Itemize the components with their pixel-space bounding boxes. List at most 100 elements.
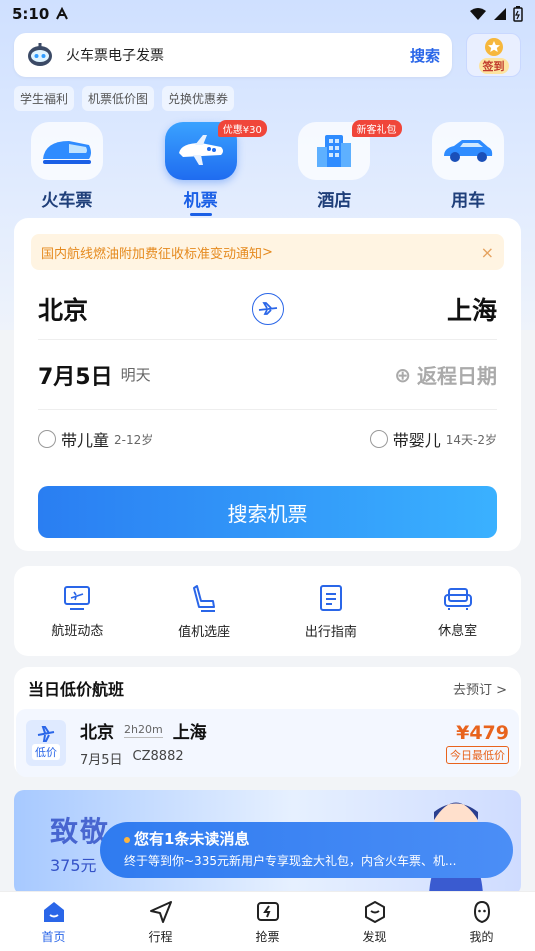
departure-date-hint: 明天 [120, 366, 151, 384]
business-tabs: 火车票 优惠¥30 机票 新客礼包 酒店 用车 [0, 120, 535, 218]
tool-seat-selection-label: 值机选座 [178, 624, 231, 640]
train-label: 火车票 [41, 191, 93, 211]
low-fare-title: 当日低价航班 [28, 680, 125, 699]
train-icon [42, 141, 91, 164]
flight-label: 机票 [183, 191, 218, 211]
tab-home[interactable]: 首页 [0, 892, 107, 951]
profile-icon [473, 900, 490, 923]
tool-flight-status[interactable]: 航班动态 [14, 566, 141, 656]
date-row: 7月5日 明天 ⊕ 返程日期 [38, 340, 497, 410]
car-label: 用车 [451, 191, 486, 211]
tab-train[interactable]: 火车票 [0, 122, 134, 218]
notice-arrow-icon: > [262, 244, 273, 260]
swap-cities-button[interactable] [251, 292, 284, 325]
low-fare-flight-card[interactable]: 低价 北京 2h20m 上海 7月5日 CZ8882 ¥479 今日最低价 [16, 709, 519, 777]
search-bar[interactable]: 火车票电子发票 搜索 [14, 33, 452, 77]
flight-tools: 航班动态 值机选座 出行指南 休息室 [14, 566, 521, 656]
train-tile [30, 122, 103, 180]
infant-age-range: 14天-2岁 [445, 432, 497, 447]
arrival-city[interactable]: 上海 [447, 291, 497, 327]
child-radio[interactable] [38, 430, 56, 448]
robot-assistant-icon[interactable] [26, 41, 54, 69]
hotel-badge: 新客礼包 [351, 120, 402, 137]
tool-flight-status-label: 航班动态 [51, 623, 104, 639]
tab-grab-tickets-label: 抢票 [255, 929, 280, 944]
grab-ticket-icon [256, 901, 279, 921]
unread-dot-icon [124, 836, 130, 843]
unread-message-toast[interactable]: 您有1条未读消息 终于等到你~335元新用户专享现金大礼包，内含火车票、机... [100, 822, 513, 878]
return-date-label: 返程日期 [417, 364, 497, 388]
tab-flight[interactable]: 优惠¥30 机票 [134, 120, 268, 218]
tab-home-label: 首页 [41, 929, 66, 944]
trip-icon [149, 900, 172, 923]
notice-text: 国内航线燃油附加费征收标准变动通知 [41, 246, 263, 262]
battery-icon [513, 6, 523, 22]
tab-discover[interactable]: 发现 [321, 892, 428, 951]
search-button[interactable]: 搜索 [410, 45, 440, 66]
seat-icon [193, 584, 216, 612]
tool-travel-guide[interactable]: 出行指南 [268, 566, 395, 656]
lowest-price-badge: 今日最低价 [446, 746, 509, 764]
tab-discover-label: 发现 [362, 929, 387, 944]
infant-label: 带婴儿 [392, 431, 441, 450]
hotel-icon [317, 135, 352, 167]
car-tile [432, 122, 505, 180]
plane-icon [178, 135, 223, 165]
toast-body: 终于等到你~335元新用户专享现金大礼包，内含火车票、机... [124, 854, 457, 868]
low-price-label: 低价 [32, 744, 60, 760]
flight-price: ¥479 [456, 722, 509, 744]
departure-date[interactable]: 7月5日 [38, 359, 113, 391]
child-label: 带儿童 [61, 431, 110, 450]
flight-status-icon [64, 585, 91, 610]
chevron-right-icon: > [496, 682, 507, 698]
chip-student-benefits[interactable]: 学生福利 [14, 86, 75, 111]
infant-radio[interactable] [369, 430, 388, 448]
passenger-options: 带儿童 2-12岁 带婴儿 14天-2岁 [38, 410, 497, 468]
notice-close-icon[interactable]: × [481, 243, 494, 262]
fuel-surcharge-notice[interactable]: 国内航线燃油附加费征收标准变动通知 > × [31, 234, 504, 270]
flight-price-block: ¥479 今日最低价 [446, 722, 509, 764]
flight-date: 7月5日 [80, 753, 123, 768]
signin-label: 签到 [478, 57, 509, 74]
guide-icon [319, 584, 342, 611]
low-price-tag: 低价 [26, 720, 66, 766]
airplane-icon [37, 726, 55, 742]
hotel-label: 酒店 [317, 191, 352, 211]
banner-subtitle: 375元 [50, 856, 97, 875]
chip-low-price-map[interactable]: 机票低价图 [82, 86, 155, 111]
tab-trips[interactable]: 行程 [107, 892, 214, 951]
tool-seat-selection[interactable]: 值机选座 [141, 566, 268, 656]
departure-city[interactable]: 北京 [38, 291, 88, 327]
book-now-link[interactable]: 去预订 > [453, 679, 507, 698]
flight-duration: 2h20m [124, 723, 163, 738]
child-age-range: 2-12岁 [114, 432, 154, 447]
low-fare-header: 当日低价航班 去预订 > [14, 667, 521, 709]
tab-car[interactable]: 用车 [401, 122, 535, 218]
flight-from: 北京 [80, 723, 114, 743]
tab-hotel[interactable]: 新客礼包 酒店 [268, 120, 402, 218]
status-bar: 5:10 [0, 0, 535, 28]
route-row: 北京 上海 [38, 278, 497, 340]
flight-to: 上海 [172, 723, 207, 743]
bottom-tab-bar: 首页 行程 抢票 发现 我的 [0, 891, 535, 951]
wifi-icon [470, 8, 486, 20]
signin-button[interactable]: 签到 [466, 33, 521, 77]
search-flights-button[interactable]: 搜索机票 [38, 486, 497, 538]
tab-trips-label: 行程 [148, 929, 173, 944]
flight-number: CZ8882 [132, 749, 184, 764]
tool-lounge[interactable]: 休息室 [394, 566, 521, 656]
tab-profile[interactable]: 我的 [428, 892, 535, 951]
toast-title: 您有1条未读消息 [134, 830, 250, 848]
with-child-option[interactable]: 带儿童 2-12岁 [38, 427, 153, 451]
star-medal-icon [484, 37, 503, 56]
flight-tab-indicator [189, 213, 212, 216]
with-infant-option[interactable]: 带婴儿 14天-2岁 [369, 427, 497, 451]
lounge-icon [443, 587, 472, 610]
search-input[interactable]: 火车票电子发票 [66, 45, 410, 65]
tab-grab-tickets[interactable]: 抢票 [214, 892, 321, 951]
tab-profile-label: 我的 [469, 929, 494, 944]
return-date-button[interactable]: ⊕ 返程日期 [394, 360, 497, 389]
flight-info: 北京 2h20m 上海 7月5日 CZ8882 [80, 718, 207, 768]
chip-redeem-coupon[interactable]: 兑换优惠券 [162, 86, 235, 111]
low-fare-section: 当日低价航班 去预订 > 低价 北京 2h20m 上海 7月5日 CZ8882 … [14, 667, 521, 777]
